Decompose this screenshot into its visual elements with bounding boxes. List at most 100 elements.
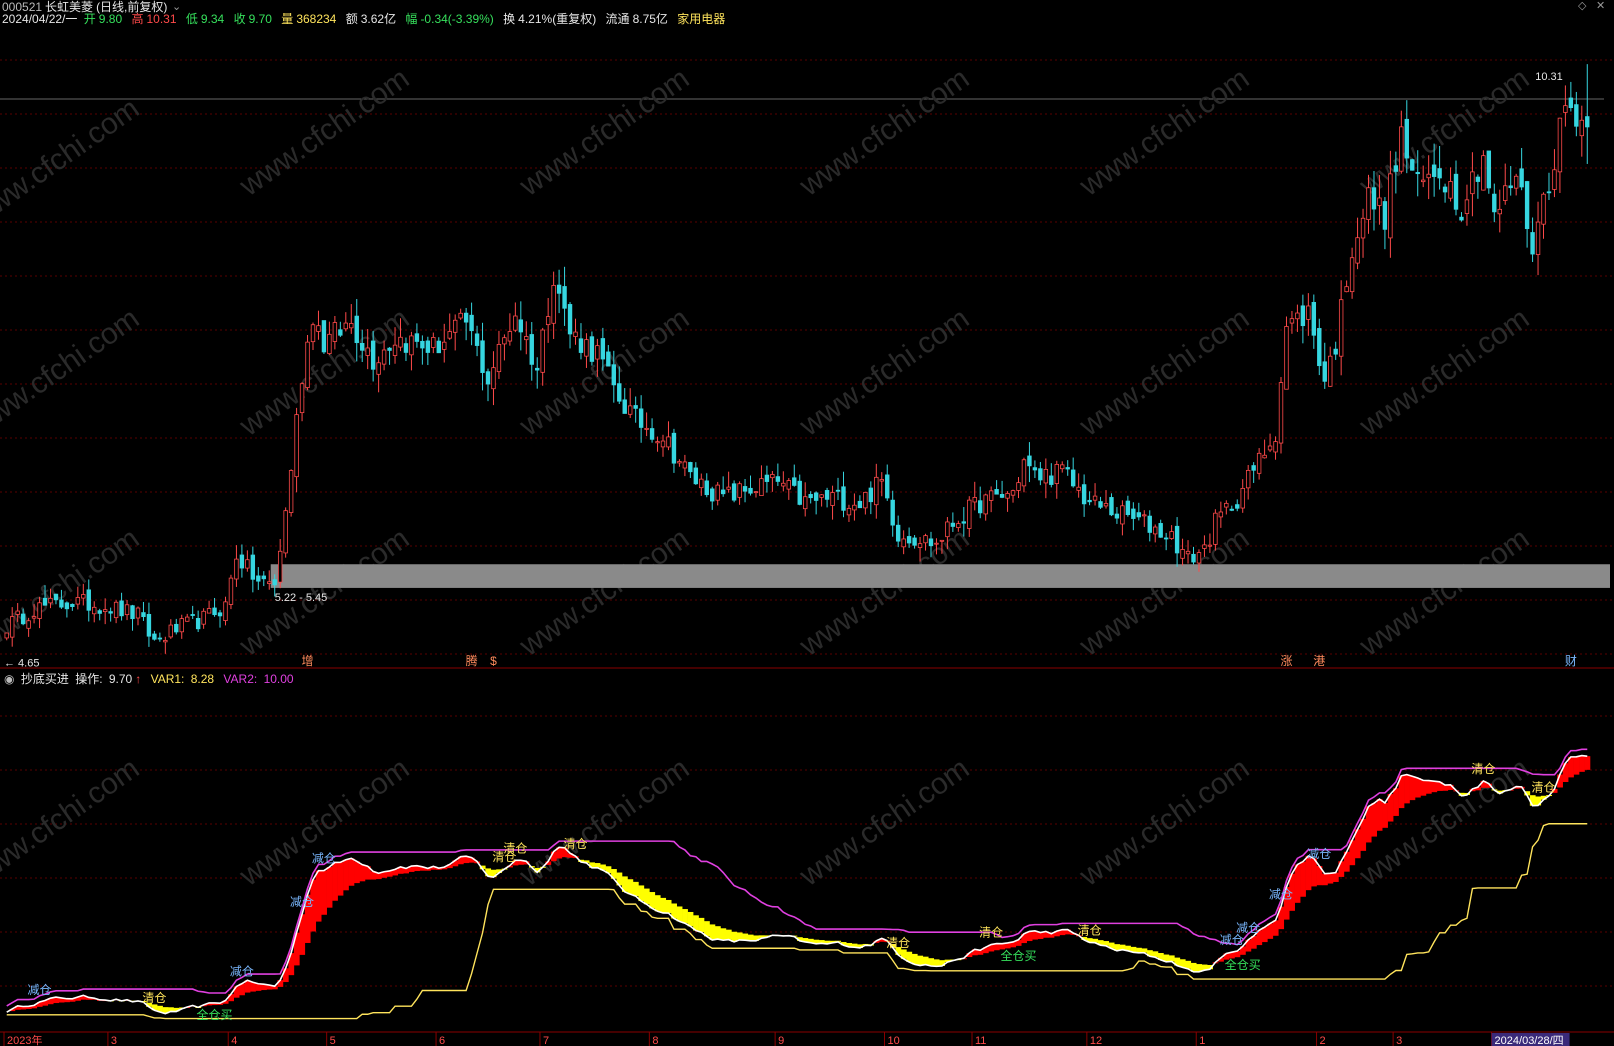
candle-body[interactable]: [283, 510, 288, 554]
candle-body[interactable]: [967, 499, 972, 529]
candle-body[interactable]: [923, 535, 928, 544]
candle-body[interactable]: [1437, 168, 1442, 179]
candle-body[interactable]: [1207, 544, 1213, 547]
candle-body[interactable]: [1377, 197, 1382, 206]
candle-body[interactable]: [294, 414, 299, 478]
candle-body[interactable]: [1076, 486, 1081, 491]
candle-body[interactable]: [206, 608, 212, 614]
candle-body[interactable]: [895, 524, 901, 542]
candle-body[interactable]: [540, 329, 545, 373]
candle-body[interactable]: [912, 537, 917, 546]
candle-body[interactable]: [551, 284, 556, 324]
candle-body[interactable]: [15, 610, 20, 615]
candle-body[interactable]: [1552, 169, 1557, 190]
candle-body[interactable]: [764, 474, 770, 482]
candle-body[interactable]: [1355, 237, 1360, 264]
candle-body[interactable]: [480, 340, 485, 373]
candle-body[interactable]: [578, 338, 584, 353]
candle-body[interactable]: [535, 367, 540, 371]
candle-body[interactable]: [10, 616, 15, 638]
candle-body[interactable]: [879, 479, 884, 482]
candle-body[interactable]: [1021, 459, 1027, 487]
candle-body[interactable]: [53, 593, 59, 601]
candle-body[interactable]: [185, 616, 190, 622]
candle-body[interactable]: [1393, 165, 1399, 172]
candle-body[interactable]: [1038, 468, 1043, 481]
candle-body[interactable]: [1060, 464, 1065, 470]
indicator-name[interactable]: 抄底买进: [21, 672, 69, 686]
candle-body[interactable]: [403, 343, 409, 353]
candle-body[interactable]: [988, 490, 994, 501]
candle-body[interactable]: [1459, 216, 1464, 221]
candle-body[interactable]: [956, 523, 961, 528]
candle-body[interactable]: [1492, 193, 1497, 213]
candle-body[interactable]: [660, 440, 666, 448]
candle-body[interactable]: [1087, 499, 1092, 503]
candle-body[interactable]: [1475, 176, 1481, 182]
candle-body[interactable]: [1442, 186, 1448, 193]
candle-body[interactable]: [463, 312, 469, 323]
candle-body[interactable]: [824, 490, 830, 500]
candle-body[interactable]: [1399, 126, 1404, 172]
candle-body[interactable]: [808, 494, 813, 499]
candle-body[interactable]: [458, 312, 463, 319]
candle-body[interactable]: [360, 343, 365, 351]
candle-body[interactable]: [1125, 500, 1131, 515]
candle-body[interactable]: [1519, 168, 1524, 188]
candle-body[interactable]: [611, 364, 616, 386]
candle-body[interactable]: [1153, 526, 1158, 535]
candle-body[interactable]: [305, 341, 310, 388]
candle-body[interactable]: [349, 323, 354, 329]
candle-body[interactable]: [1256, 452, 1262, 474]
candle-body[interactable]: [59, 599, 64, 608]
candle-body[interactable]: [1169, 531, 1174, 539]
candle-body[interactable]: [387, 347, 392, 351]
candle-body[interactable]: [1579, 119, 1584, 137]
candle-body[interactable]: [666, 436, 671, 448]
candle-body[interactable]: [1524, 181, 1530, 230]
candle-body[interactable]: [600, 338, 606, 360]
candle-body[interactable]: [398, 336, 403, 348]
candle-body[interactable]: [1070, 469, 1076, 487]
candle-body[interactable]: [75, 597, 81, 605]
candle-body[interactable]: [529, 334, 534, 365]
candle-body[interactable]: [868, 487, 874, 503]
candle-body[interactable]: [1382, 201, 1388, 230]
candle-body[interactable]: [474, 333, 480, 346]
candle-body[interactable]: [1185, 550, 1191, 555]
candle-body[interactable]: [890, 499, 895, 526]
candle-body[interactable]: [381, 349, 387, 365]
candle-body[interactable]: [720, 489, 726, 495]
candle-body[interactable]: [31, 616, 37, 619]
candle-body[interactable]: [234, 558, 239, 580]
candle-body[interactable]: [830, 492, 835, 506]
candle-body[interactable]: [983, 494, 988, 515]
candle-body[interactable]: [1081, 484, 1087, 505]
candle-body[interactable]: [835, 489, 841, 492]
candle-body[interactable]: [638, 408, 644, 428]
diamond-icon[interactable]: ◇: [1578, 0, 1586, 12]
candle-body[interactable]: [1306, 305, 1311, 320]
candle-body[interactable]: [753, 491, 759, 494]
close-icon[interactable]: ✕: [1596, 0, 1605, 12]
candle-body[interactable]: [813, 492, 819, 501]
candle-body[interactable]: [168, 624, 174, 638]
candle-body[interactable]: [338, 329, 343, 336]
candle-body[interactable]: [491, 367, 496, 390]
candle-body[interactable]: [682, 461, 688, 469]
candle-body[interactable]: [797, 480, 802, 505]
candle-body[interactable]: [863, 491, 868, 509]
candle-body[interactable]: [524, 336, 529, 341]
candle-body[interactable]: [1103, 503, 1109, 507]
candle-body[interactable]: [562, 286, 567, 309]
candle-body[interactable]: [1388, 173, 1393, 239]
candle-body[interactable]: [627, 405, 633, 415]
candle-body[interactable]: [655, 441, 660, 444]
candle-body[interactable]: [1092, 495, 1098, 501]
candle-body[interactable]: [113, 601, 119, 619]
candle-body[interactable]: [1585, 116, 1590, 128]
candle-body[interactable]: [726, 486, 731, 490]
candle-body[interactable]: [1322, 361, 1327, 382]
candle-body[interactable]: [212, 607, 217, 616]
candle-body[interactable]: [961, 521, 967, 524]
